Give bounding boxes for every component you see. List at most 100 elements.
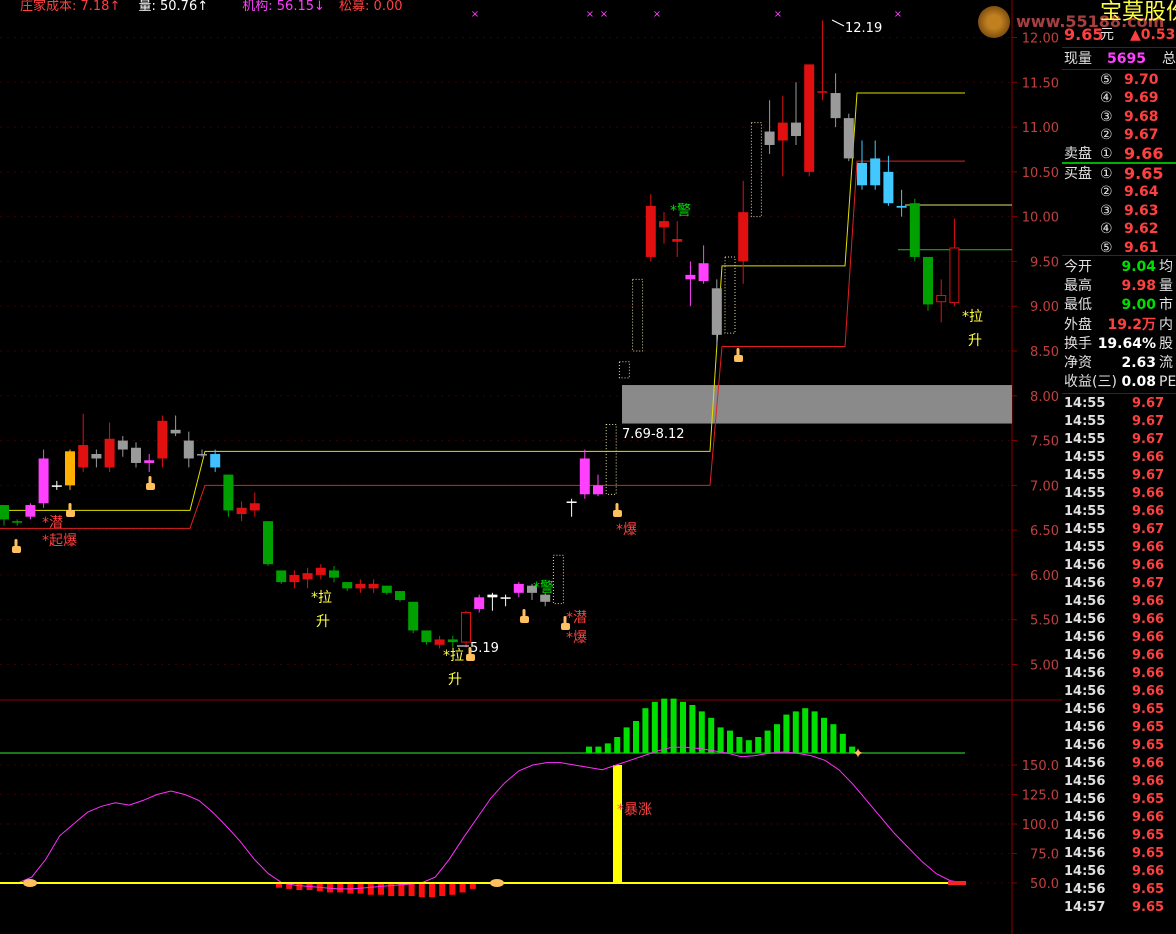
tick-time: 14:56 — [1064, 864, 1106, 879]
red-histogram-bar — [408, 883, 415, 896]
green-histogram-bar — [651, 701, 658, 753]
stat-value: 19.64% — [1097, 335, 1156, 352]
bid-price: 9.61 — [1124, 239, 1159, 256]
watermark-logo — [978, 6, 1010, 38]
tick-row: 14:55 9.67 — [1062, 413, 1176, 431]
high-price-label: 12.19 — [845, 21, 882, 36]
candle-body — [552, 554, 564, 605]
bid-row: ③ 9.63 — [1062, 202, 1176, 220]
tick-row: 14:56 9.65 — [1062, 791, 1176, 809]
hand-palm — [12, 546, 21, 553]
tick-time: 14:56 — [1064, 702, 1106, 717]
stat-row: 外盘 19.2万 内 — [1062, 316, 1176, 334]
candle-body — [883, 171, 894, 204]
signal-marker: × — [586, 9, 594, 20]
tick-time: 14:56 — [1064, 684, 1106, 699]
indicator-line — [4, 746, 965, 890]
candle-body — [65, 451, 75, 486]
red-histogram-bar — [337, 883, 344, 893]
tick-row: 14:56 9.66 — [1062, 629, 1176, 647]
hand-palm — [66, 510, 75, 517]
signal-label: *拉 — [443, 648, 464, 664]
candle-body — [263, 521, 273, 565]
ask-level: ⑤ — [1100, 72, 1113, 88]
tick-time: 14:56 — [1064, 846, 1106, 861]
total-label: 总 — [1162, 51, 1176, 67]
candle-body — [302, 573, 313, 580]
spike-label: *暴涨 — [617, 802, 652, 818]
ask-price: 9.68 — [1124, 108, 1159, 125]
ask-row: ⑤ 9.70 — [1062, 71, 1176, 89]
red-histogram-bar — [418, 883, 425, 898]
stat-label: 收益(三) — [1064, 374, 1117, 391]
green-histogram-bar — [680, 701, 686, 753]
y-tick-label: 8.50 — [1030, 345, 1059, 360]
green-histogram-bar — [623, 727, 630, 753]
tick-time: 14:56 — [1064, 558, 1106, 573]
sell-label: 卖盘 — [1064, 145, 1092, 162]
tick-row: 14:55 9.66 — [1062, 485, 1176, 503]
ask-level: ② — [1100, 127, 1113, 144]
stat-row: 最高 9.98 量 — [1062, 277, 1176, 295]
candle-body — [857, 162, 867, 186]
cost-zone-band — [622, 385, 1012, 424]
candle-body — [131, 447, 141, 463]
signal-marker: × — [894, 9, 902, 20]
green-histogram-bar — [821, 717, 827, 753]
tick-time: 14:55 — [1064, 486, 1106, 501]
green-histogram-bar — [811, 711, 818, 753]
tick-row: 14:56 9.66 — [1062, 683, 1176, 701]
tick-row: 14:56 9.66 — [1062, 809, 1176, 827]
cost-line-yellow — [0, 92, 965, 511]
candle-body — [117, 440, 128, 450]
tick-time: 14:56 — [1064, 738, 1106, 753]
hand-pointer-icon — [613, 503, 622, 517]
ask-price: 9.70 — [1124, 72, 1159, 88]
candle-body — [474, 597, 485, 609]
bid-row: ④ 9.62 — [1062, 220, 1176, 238]
red-histogram-bar — [429, 883, 435, 898]
candle-body — [764, 131, 775, 145]
hand-finger — [468, 647, 472, 655]
y-tick-label: 12.00 — [1022, 32, 1059, 47]
signal-label: 升 — [316, 614, 330, 630]
candle-body — [329, 570, 339, 578]
tick-price: 9.65 — [1132, 720, 1165, 735]
signal-label: *潜 — [42, 515, 63, 531]
green-histogram-bar — [755, 737, 762, 753]
stat-tail: 量 — [1159, 278, 1173, 295]
red-histogram-bar — [459, 883, 466, 893]
candle-body — [738, 212, 749, 262]
tick-time: 14:55 — [1064, 540, 1106, 555]
green-histogram-bar — [839, 733, 846, 753]
candle-body — [672, 239, 683, 242]
signal-marker: × — [600, 9, 608, 20]
stat-row: 净资 2.63 流 — [1062, 354, 1176, 372]
price-row: 9.65 元 ▲0.53 — [1062, 26, 1176, 44]
candle-body — [896, 205, 907, 208]
stat-value: 2.63 — [1121, 355, 1156, 371]
bid-level: ③ — [1100, 202, 1113, 219]
hand-pointer-icon — [12, 539, 21, 553]
bid-row: 买盘 ① 9.65 — [1062, 165, 1176, 183]
high-price-pointer — [831, 19, 845, 27]
candle-body — [579, 458, 590, 495]
bid-price: 9.65 — [1124, 164, 1164, 183]
tick-time: 14:55 — [1064, 522, 1106, 537]
hand-palm — [613, 510, 622, 517]
bid-price: 9.64 — [1124, 184, 1159, 201]
indicator-volume: 量: 50.76↑ — [138, 0, 209, 14]
hand-palm — [520, 616, 529, 623]
candle-body — [38, 458, 49, 504]
tick-time: 14:56 — [1064, 882, 1106, 897]
chart-canvas[interactable]: 12.00 11.50 11.00 10.50 10.00 9.50 9.00 8.50 8.0… — [0, 0, 1062, 934]
candle-body — [685, 274, 696, 280]
tick-time: 14:56 — [1064, 648, 1106, 663]
green-histogram-bar — [708, 717, 715, 753]
tick-row: 14:57 9.65 — [1062, 899, 1176, 917]
green-histogram-bar — [586, 746, 592, 753]
tick-row: 14:55 9.67 — [1062, 431, 1176, 449]
y-tick-label: 7.50 — [1030, 435, 1059, 450]
candle-body — [197, 454, 207, 456]
hand-finger — [522, 609, 526, 617]
